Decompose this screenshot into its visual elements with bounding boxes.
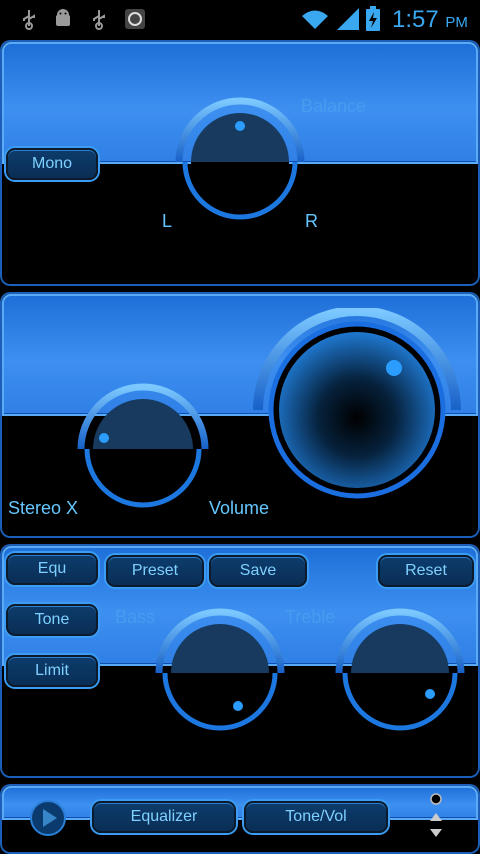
mono-button[interactable]: Mono xyxy=(6,148,98,180)
equ-button[interactable]: Equ xyxy=(6,553,98,585)
status-bar: 1:57 PM xyxy=(0,0,480,38)
bottom-bar xyxy=(0,784,480,854)
clock: 1:57 PM xyxy=(392,6,468,34)
scroll-arrows-icon[interactable] xyxy=(426,791,446,841)
preset-button[interactable]: Preset xyxy=(106,555,204,587)
clock-time: 1:57 xyxy=(392,6,439,33)
play-icon[interactable] xyxy=(28,798,68,838)
battery-charging-icon xyxy=(366,6,380,31)
wifi-icon xyxy=(302,10,328,29)
bass-label: Bass xyxy=(115,607,156,627)
treble-knob[interactable] xyxy=(333,606,467,732)
save-button[interactable]: Save xyxy=(209,555,307,587)
volume-label: Volume xyxy=(209,498,270,518)
treble-label: Treble xyxy=(285,607,336,627)
clock-ampm: PM xyxy=(445,14,468,31)
tone-vol-tab[interactable]: Tone/Vol xyxy=(244,801,388,833)
stereo-x-knob[interactable] xyxy=(75,382,211,508)
bass-knob[interactable] xyxy=(153,606,287,732)
volume-knob[interactable] xyxy=(252,308,462,508)
equalizer-tab[interactable]: Equalizer xyxy=(92,801,236,833)
balance-left-label: L xyxy=(162,211,173,231)
signal-icon xyxy=(337,8,359,30)
tone-button[interactable]: Tone xyxy=(6,604,98,636)
stereo-x-label: Stereo X xyxy=(8,498,79,518)
balance-title: Balance xyxy=(301,96,367,116)
limit-button[interactable]: Limit xyxy=(6,655,98,687)
balance-knob[interactable] xyxy=(173,95,307,221)
balance-right-label: R xyxy=(305,211,318,231)
android-debug-icon xyxy=(56,9,70,26)
reset-button[interactable]: Reset xyxy=(378,555,474,587)
usb-icon xyxy=(23,10,35,30)
app-notification-icon xyxy=(125,9,145,29)
usb-icon xyxy=(93,10,105,30)
